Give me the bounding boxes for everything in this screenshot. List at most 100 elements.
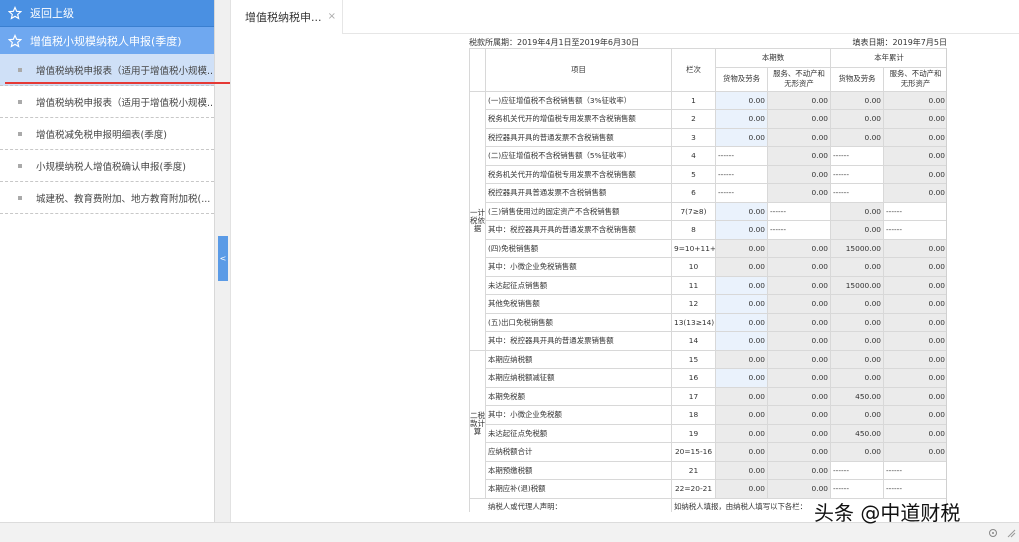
cell-input[interactable]: 0.00	[715, 331, 768, 351]
cell-input[interactable]: 0.00	[715, 127, 768, 147]
cell-value: 0.00	[830, 201, 884, 221]
cell-input[interactable]: 0.00	[715, 109, 768, 129]
cell-value: 0.00	[882, 90, 946, 110]
table-row: 其他免税销售额 12 0.00 0.00 0.00 0.00	[470, 294, 946, 314]
cell-value: ------	[830, 164, 884, 184]
sidebar-item-label: 小规模纳税人增值税确认申报(季度)	[36, 161, 186, 173]
sidebar-group-quarterly-vat[interactable]: 增值税小规模纳税人申报(季度)	[0, 27, 214, 54]
cell-value: 0.00	[715, 386, 768, 406]
table-row: 其中：小微企业免税销售额 10 0.00 0.00 0.00 0.00	[470, 257, 946, 277]
cell-value: 0.00	[715, 349, 768, 369]
settings-icon[interactable]	[988, 528, 998, 538]
table-row: 本期应补(退)税额 22=20-21 0.00 0.00 ------ ----…	[470, 479, 946, 499]
cell-value: ------	[715, 146, 768, 166]
cell-value: 0.00	[830, 368, 884, 388]
cell-value: 0.00	[767, 257, 831, 277]
cell-value: 0.00	[830, 127, 884, 147]
column-header-line: 栏次	[671, 48, 716, 92]
row-name: 本期预缴税额	[485, 460, 672, 480]
row-line: 1	[671, 90, 716, 110]
sidebar-collapse-handle[interactable]: <	[218, 236, 228, 281]
sidebar-item-vat-confirmation[interactable]: 小规模纳税人增值税确认申报(季度)	[0, 150, 214, 182]
sidebar-item-label: 增值税纳税申报表（适用于增值税小规模...	[36, 97, 214, 109]
row-name: 未达起征点销售额	[485, 275, 672, 295]
cell-value: 0.00	[830, 220, 884, 240]
star-icon	[7, 6, 23, 20]
sidebar-item-surtax[interactable]: 城建税、教育费附加、地方教育附加税(...	[0, 182, 214, 214]
row-line: 4	[671, 146, 716, 166]
cell-value: ------	[715, 164, 768, 184]
cell-value: ------	[767, 201, 831, 221]
row-name: 本期应纳税额	[485, 349, 672, 369]
cell-value: 0.00	[882, 349, 946, 369]
cell-value: 15000.00	[830, 238, 884, 258]
cell-value: ------	[882, 201, 946, 221]
resize-grip-icon[interactable]	[1006, 528, 1016, 538]
row-line: 7(7≥8)	[671, 201, 716, 221]
cell-value: 0.00	[830, 349, 884, 369]
bullet-icon	[18, 131, 22, 136]
vat-return-form: 项目 栏次 本期数 本年累计 货物及劳务 服务、不动产和无形资产 货物及劳务 服…	[469, 48, 947, 512]
cell-value: 0.00	[767, 423, 831, 443]
cell-value: ------	[767, 220, 831, 240]
cell-value: ------	[830, 146, 884, 166]
table-row: 税务机关代开的增值税专用发票不含税销售额 2 0.00 0.00 0.00 0.…	[470, 109, 946, 129]
cell-value: 0.00	[882, 257, 946, 277]
bullet-icon	[18, 195, 22, 200]
row-name: 未达起征点免税额	[485, 423, 672, 443]
cell-input[interactable]: 0.00	[715, 368, 768, 388]
cell-value: 0.00	[767, 442, 831, 462]
row-name: 税控器具开具普通发票不含税销售额	[485, 183, 672, 203]
tab-label: 增值税纳税申...	[245, 11, 322, 24]
row-name: 税务机关代开的增值税专用发票不含税销售额	[485, 164, 672, 184]
sidebar-item-exemption-detail[interactable]: 增值税减免税申报明细表(季度)	[0, 118, 214, 150]
cell-value: 0.00	[830, 294, 884, 314]
section-header-cell	[469, 48, 486, 92]
sidebar-item-label: 城建税、教育费附加、地方教育附加税(...	[36, 193, 211, 205]
cell-value: 0.00	[715, 405, 768, 425]
cell-input[interactable]: 0.00	[715, 312, 768, 332]
table-row: 应纳税额合计 20=15-16 0.00 0.00 0.00 0.00	[470, 442, 946, 462]
cell-input[interactable]: 0.00	[715, 275, 768, 295]
row-name: (五)出口免税销售额	[485, 312, 672, 332]
column-header-services: 服务、不动产和无形资产	[882, 66, 946, 92]
cell-value: 0.00	[767, 294, 831, 314]
cell-value: ------	[830, 183, 884, 203]
cell-value: 0.00	[767, 109, 831, 129]
tab-vat-return[interactable]: 增值税纳税申... ×	[231, 0, 343, 34]
tax-period: 税款所属期：2019年4月1日至2019年6月30日	[469, 38, 640, 47]
cell-value: 0.00	[830, 109, 884, 129]
cell-value: 0.00	[882, 368, 946, 388]
cell-value: 15000.00	[830, 275, 884, 295]
fill-date: 填表日期：2019年7月5日	[852, 38, 947, 47]
table-row: 一计税依据 (一)应征增值税不含税销售额（3%征收率） 1 0.00 0.00 …	[469, 90, 946, 351]
table-row: 税控器具开具的普通发票不含税销售额 3 0.00 0.00 0.00 0.00	[470, 127, 946, 147]
section-label-tax-basis: 一计税依据	[469, 90, 486, 351]
form-header: 税款所属期：2019年4月1日至2019年6月30日 填表日期：2019年7月5…	[469, 35, 947, 48]
cell-value: 0.00	[882, 238, 946, 258]
back-button[interactable]: 返回上级	[0, 0, 214, 27]
cell-value: 0.00	[882, 386, 946, 406]
back-label: 返回上级	[30, 7, 74, 20]
chevron-left-icon: <	[219, 254, 227, 263]
close-icon[interactable]: ×	[328, 11, 336, 22]
bullet-icon	[18, 67, 22, 72]
row-name: (四)免税销售额	[485, 238, 672, 258]
cell-input[interactable]: 0.00	[715, 90, 768, 110]
table-row: (五)出口免税销售额 13(13≥14) 0.00 0.00 0.00 0.00	[470, 312, 946, 332]
cell-input[interactable]: 0.00	[715, 201, 768, 221]
sidebar-item-vat-return-secondary[interactable]: 增值税纳税申报表（适用于增值税小规模...	[0, 86, 214, 118]
column-header-item: 项目	[485, 48, 672, 92]
sidebar-item-label: 增值税纳税申报表（适用于增值税小规模...	[36, 65, 214, 77]
watermark: 头条 @中道财税	[814, 501, 961, 525]
table-row: 本期免税额 17 0.00 0.00 450.00 0.00	[470, 386, 946, 406]
row-name: 其中：小微企业免税额	[485, 405, 672, 425]
cell-input[interactable]: 0.00	[715, 220, 768, 240]
row-line: 19	[671, 423, 716, 443]
row-line: 20=15-16	[671, 442, 716, 462]
sidebar-item-label: 增值税减免税申报明细表(季度)	[36, 129, 167, 141]
cell-value: 0.00	[882, 275, 946, 295]
cell-input[interactable]: 0.00	[715, 294, 768, 314]
row-name: (一)应征增值税不含税销售额（3%征收率）	[485, 90, 672, 110]
cell-value: 0.00	[715, 442, 768, 462]
